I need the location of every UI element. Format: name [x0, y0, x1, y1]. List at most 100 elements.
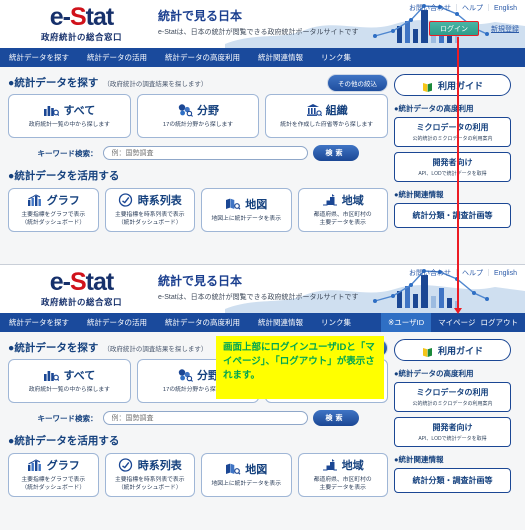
- nav-item-advanced-2[interactable]: 統計データの高度利用: [156, 317, 249, 328]
- search-section-title: ●統計データを探す: [8, 75, 98, 90]
- user-id-badge[interactable]: ※ユーザID: [381, 313, 432, 332]
- bar-chart-icon-2: [43, 368, 60, 382]
- search-input[interactable]: [102, 146, 308, 160]
- book-icon-2: [422, 345, 433, 357]
- usage-guide-button[interactable]: 利用ガイド: [394, 74, 511, 96]
- card-timeseries-main-2: 時系列表: [118, 457, 182, 473]
- logo-tagline-2: 政府統計の総合窓口: [40, 297, 122, 308]
- card-sectors-label: 分野: [197, 105, 219, 118]
- card-all[interactable]: すべて 政府統計一覧の中から探します: [8, 94, 131, 138]
- logout-link[interactable]: ログアウト: [481, 317, 519, 328]
- sidebar-card-microdata-2[interactable]: ミクロデータの利用 公的統計のミクロデータの利用案内: [394, 382, 511, 412]
- card-region-sub-2: 都道府県、市区町村の 主要データを表示: [314, 477, 372, 493]
- sidebar-card-classification-2[interactable]: 統計分類・調査計画等: [394, 468, 511, 493]
- card-timeseries-2[interactable]: 時系列表 主要指標を時系列表で表示 （統計ダッシュボード）: [104, 453, 195, 497]
- search-button[interactable]: 検索: [312, 145, 359, 161]
- sidebar-card-microdata[interactable]: ミクロデータの利用 公的統計のミクロデータの利用案内: [394, 117, 511, 147]
- header-title-block: 統計で見る日本 e-Statは、日本の統計が閲覧できる政府統計ポータルサイトです: [158, 7, 359, 37]
- nav-item-related-2[interactable]: 統計関連情報: [249, 317, 312, 328]
- card-region-sub1-2: 都道府県、市区町村の: [313, 477, 372, 484]
- annotation-arrowhead: [454, 308, 462, 314]
- link-help[interactable]: ヘルプ: [462, 5, 483, 12]
- card-sectors[interactable]: 分野 17の統計分野から探します: [136, 94, 260, 138]
- logo-red-s-2: S: [69, 268, 87, 296]
- sidebar-card-developers-2[interactable]: 開発者向け API、LODで統計データを取得: [394, 417, 511, 447]
- usage-guide-label: 利用ガイド: [437, 80, 483, 91]
- card-map[interactable]: 地図 地図上に統計データを表示: [201, 188, 292, 232]
- site-logo-2[interactable]: e-Stat 政府統計の総合窓口: [14, 269, 149, 308]
- card-timeseries[interactable]: 時系列表 主要指標を時系列表で表示 （統計ダッシュボード）: [104, 188, 195, 232]
- logo-prefix: e-: [49, 3, 71, 31]
- nav-item-advanced[interactable]: 統計データの高度利用: [156, 52, 249, 63]
- card-sectors-sub: 17の統計分野から探します: [162, 122, 234, 129]
- nav-item-utilize[interactable]: 統計データの活用: [78, 52, 156, 63]
- search-section-title-2: ●統計データを探す: [8, 340, 98, 355]
- nav-item-search[interactable]: 統計データを探す: [0, 52, 78, 63]
- card-all-label-2: すべて: [63, 370, 96, 383]
- nav-item-search-2[interactable]: 統計データを探す: [0, 317, 78, 328]
- card-organization-sub: 統計を作成した府省等から探します: [280, 122, 374, 129]
- search-input-2[interactable]: [102, 411, 308, 425]
- sidebar: 利用ガイド ●統計データの高度利用 ミクロデータの利用 公的統計のミクロデータの…: [394, 74, 511, 265]
- login-button[interactable]: ログイン: [429, 21, 479, 36]
- card-graph-label-2: グラフ: [46, 460, 80, 473]
- card-timeseries-sub1-2: 主要指標を時系列表で表示: [114, 477, 185, 484]
- search-section-title-text: 統計データを探す: [14, 77, 99, 89]
- card-organization[interactable]: 組織 統計を作成した府省等から探します: [265, 94, 389, 138]
- mypage-link[interactable]: マイページ: [438, 317, 480, 328]
- card-graph[interactable]: グラフ 主要指標をグラフで表示 （統計ダッシュボード）: [8, 188, 99, 232]
- nav-item-links[interactable]: リンク集: [312, 52, 360, 63]
- nav-item-links-2[interactable]: リンク集: [312, 317, 360, 328]
- link-contact-2[interactable]: お問い合わせ: [409, 270, 451, 277]
- sidebar-section-related: ●統計関連情報: [394, 190, 444, 199]
- sidebar-card-classification[interactable]: 統計分類・調査計画等: [394, 203, 511, 228]
- sidebar-card-microdata-sub: 公的統計のミクロデータの利用案内: [412, 136, 493, 142]
- card-graph-sub2-2: （統計ダッシュボード）: [21, 485, 86, 491]
- more-filter-button[interactable]: その他の絞込: [327, 74, 388, 92]
- card-map-2[interactable]: 地図 地図上に統計データを表示: [201, 453, 292, 497]
- page-subtitle-2: e-Statは、日本の統計が閲覧できる政府統計ポータルサイトです: [158, 294, 359, 301]
- page-title-2: 統計で見る日本: [158, 274, 243, 288]
- link-separator-4: ｜: [485, 270, 493, 277]
- sidebar-card-developers[interactable]: 開発者向け API、LODで統計データを取得: [394, 152, 511, 182]
- nav-item-utilize-2[interactable]: 統計データの活用: [78, 317, 156, 328]
- page-subtitle: e-Statは、日本の統計が閲覧できる政府統計ポータルサイトです: [158, 29, 359, 36]
- region-icon-2: [322, 458, 338, 472]
- card-all-2[interactable]: すべて 政府統計一覧の中から探します: [8, 359, 131, 403]
- usage-guide-button-2[interactable]: 利用ガイド: [394, 339, 511, 361]
- signup-link[interactable]: 新規登録: [491, 24, 519, 34]
- card-graph-label: グラフ: [46, 195, 80, 208]
- card-all-main-2: すべて: [43, 367, 95, 383]
- utilize-section-title-2: ●統計データを活用する: [8, 433, 119, 448]
- card-graph-sub: 主要指標をグラフで表示 （統計ダッシュボード）: [21, 212, 85, 228]
- search-button-2[interactable]: 検索: [312, 410, 359, 426]
- map-icon: [225, 197, 241, 211]
- card-graph-2[interactable]: グラフ 主要指標をグラフで表示 （統計ダッシュボード）: [8, 453, 99, 497]
- card-all-sub: 政府統計一覧の中から探します: [28, 122, 110, 129]
- link-english-2[interactable]: English: [494, 270, 517, 277]
- sidebar-card-microdata-title-2: ミクロデータの利用: [416, 388, 489, 397]
- timeseries-icon-2: [118, 458, 134, 472]
- main-navigation: 統計データを探す 統計データの活用 統計データの高度利用 統計関連情報 リンク集: [0, 48, 525, 67]
- annotated-screenshot-page: e-Stat 政府統計の総合窓口 統計で見る日本 e-Statは、日本の統計が閲…: [0, 0, 525, 531]
- card-region-2[interactable]: 地域 都道府県、市区町村の 主要データを表示: [297, 453, 388, 497]
- nav-account-area: ※ユーザID マイページ ログアウト: [381, 313, 525, 332]
- screenshot-logged-out: e-Stat 政府統計の総合窓口 統計で見る日本 e-Statは、日本の統計が閲…: [0, 0, 525, 265]
- card-graph-sub1: 主要指標をグラフで表示: [21, 212, 86, 219]
- annotation-pointer-line: [457, 37, 459, 310]
- card-region[interactable]: 地域 都道府県、市区町村の 主要データを表示: [297, 188, 388, 232]
- site-logo[interactable]: e-Stat 政府統計の総合窓口: [14, 4, 149, 43]
- utilize-card-row-2: グラフ 主要指標をグラフで表示 （統計ダッシュボード） 時系列表 主要指標を時系…: [8, 453, 388, 497]
- organization-icon: [306, 103, 322, 117]
- search-section-title-text-2: 統計データを探す: [14, 342, 99, 354]
- main-column: ●統計データを探す （政府統計の調査結果を探します） その他の絞込 すべて 政府…: [8, 74, 389, 265]
- link-contact[interactable]: お問い合わせ: [409, 5, 451, 12]
- nav-item-related[interactable]: 統計関連情報: [249, 52, 312, 63]
- sectors-icon-2: [177, 368, 193, 382]
- sidebar-section-advanced-2: ●統計データの高度利用: [394, 369, 474, 378]
- link-english[interactable]: English: [494, 5, 517, 12]
- link-help-2[interactable]: ヘルプ: [462, 270, 483, 277]
- search-section-note-2: （政府統計の調査結果を探します）: [103, 346, 208, 353]
- utility-links: お問い合わせ｜ヘルプ｜ English: [409, 3, 517, 13]
- sidebar-section-advanced: ●統計データの高度利用: [394, 104, 474, 113]
